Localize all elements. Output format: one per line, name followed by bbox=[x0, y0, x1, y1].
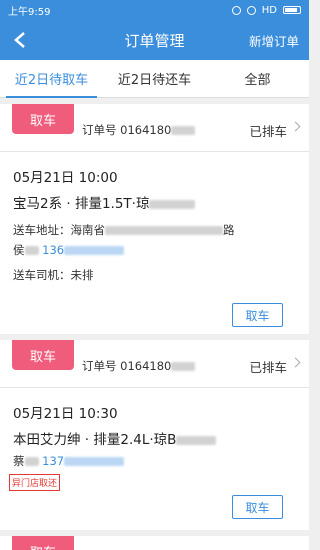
alarm-icon bbox=[231, 5, 241, 15]
network-type: HD bbox=[261, 4, 277, 16]
chevron-right-icon bbox=[290, 121, 301, 132]
back-button[interactable] bbox=[0, 20, 40, 60]
order-number: 订单号 0164180 bbox=[82, 122, 196, 138]
redacted-text bbox=[24, 457, 39, 466]
new-order-button[interactable]: 新增订单 bbox=[249, 31, 299, 50]
redacted-text bbox=[171, 362, 196, 371]
pickup-button[interactable]: 取车 bbox=[232, 495, 283, 519]
status-bar: 上午9:59 HD bbox=[0, 0, 309, 20]
chevron-right-icon bbox=[290, 357, 301, 368]
order-type-tag: 取车 bbox=[12, 340, 74, 370]
order-type-tag: 取车 bbox=[12, 536, 74, 550]
order-type-tag: 取车 bbox=[12, 104, 74, 134]
order-datetime: 05月21日 10:30 bbox=[13, 406, 118, 422]
driver-info: 送车司机：未排 bbox=[13, 268, 94, 282]
redacted-text bbox=[64, 457, 125, 466]
redacted-text bbox=[64, 246, 125, 255]
car-info: 宝马2系 · 排量1.5T·琼 bbox=[13, 192, 196, 212]
order-number: 订单号 0164180 bbox=[82, 358, 196, 374]
tab-return-2days[interactable]: 近2日待还车 bbox=[103, 60, 206, 97]
order-header: 取车 订单号 0164180 已排车 bbox=[0, 340, 309, 388]
order-status: 已排车 bbox=[249, 124, 287, 139]
car-info: 本田艾力绅 · 排量2.4L·琼B bbox=[13, 428, 217, 448]
customer-contact: 侯 136 bbox=[13, 242, 125, 258]
order-card[interactable]: 取车 订单号 0164180 已排车 05月21日 10:00 宝马2系 · 排… bbox=[0, 104, 309, 334]
phone-link[interactable]: 137 bbox=[42, 454, 125, 468]
nav-bar: 订单管理 新增订单 bbox=[0, 20, 309, 60]
tab-all[interactable]: 全部 bbox=[206, 60, 309, 97]
redacted-text bbox=[105, 226, 223, 235]
customer-contact: 蔡 137 bbox=[13, 453, 125, 469]
order-datetime: 05月21日 10:00 bbox=[13, 170, 118, 186]
delivery-address: 送车地址：海南省路 bbox=[13, 223, 235, 237]
order-card[interactable]: 取车 订单号 0164180 已排车 05月21日 10:30 本田艾力绅 · … bbox=[0, 340, 309, 530]
pickup-button[interactable]: 取车 bbox=[232, 303, 283, 327]
order-card[interactable]: 取车 bbox=[0, 536, 309, 550]
redacted-text bbox=[149, 199, 196, 209]
battery-icon bbox=[283, 6, 301, 14]
order-status: 已排车 bbox=[249, 360, 287, 375]
redacted-text bbox=[24, 246, 39, 255]
phone-link[interactable]: 136 bbox=[42, 243, 125, 257]
status-time: 上午9:59 bbox=[8, 6, 51, 18]
cross-store-badge: 异门店取还 bbox=[9, 474, 61, 491]
tab-pickup-2days[interactable]: 近2日待取车 bbox=[0, 60, 103, 98]
status-icons: HD bbox=[231, 4, 301, 16]
order-header: 取车 订单号 0164180 已排车 bbox=[0, 104, 309, 152]
redacted-text bbox=[171, 126, 196, 135]
wifi-icon bbox=[246, 5, 256, 15]
tab-bar: 近2日待取车 近2日待还车 全部 bbox=[0, 60, 309, 98]
chevron-left-icon bbox=[14, 32, 25, 48]
redacted-text bbox=[176, 435, 217, 445]
